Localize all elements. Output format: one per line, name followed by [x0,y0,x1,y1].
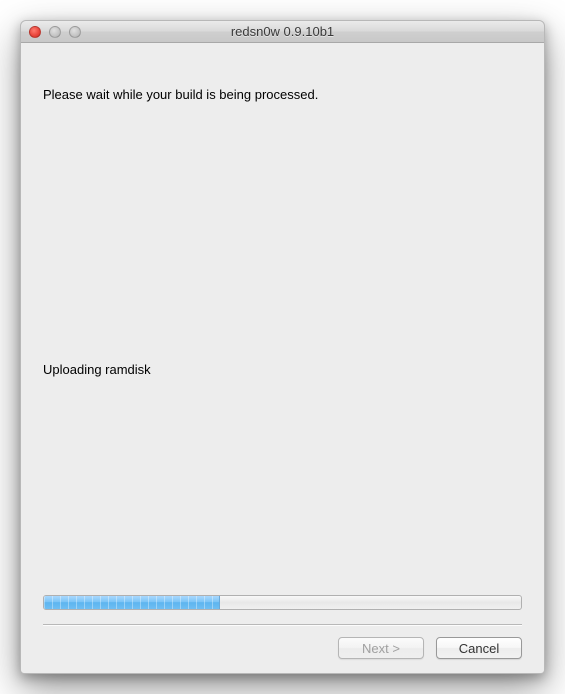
divider [43,624,522,625]
progress-bar [43,595,522,610]
window-controls [21,26,81,38]
instruction-text: Please wait while your build is being pr… [43,87,522,102]
next-button: Next > [338,637,424,659]
status-text: Uploading ramdisk [43,362,522,377]
window-title: redsn0w 0.9.10b1 [21,24,544,39]
app-window: redsn0w 0.9.10b1 Please wait while your … [20,20,545,674]
titlebar[interactable]: redsn0w 0.9.10b1 [21,21,544,43]
button-row: Next > Cancel [43,637,522,659]
progress-container [43,595,522,610]
minimize-icon[interactable] [49,26,61,38]
close-icon[interactable] [29,26,41,38]
zoom-icon[interactable] [69,26,81,38]
cancel-button[interactable]: Cancel [436,637,522,659]
progress-fill [44,596,220,609]
content-pane: Please wait while your build is being pr… [21,43,544,673]
